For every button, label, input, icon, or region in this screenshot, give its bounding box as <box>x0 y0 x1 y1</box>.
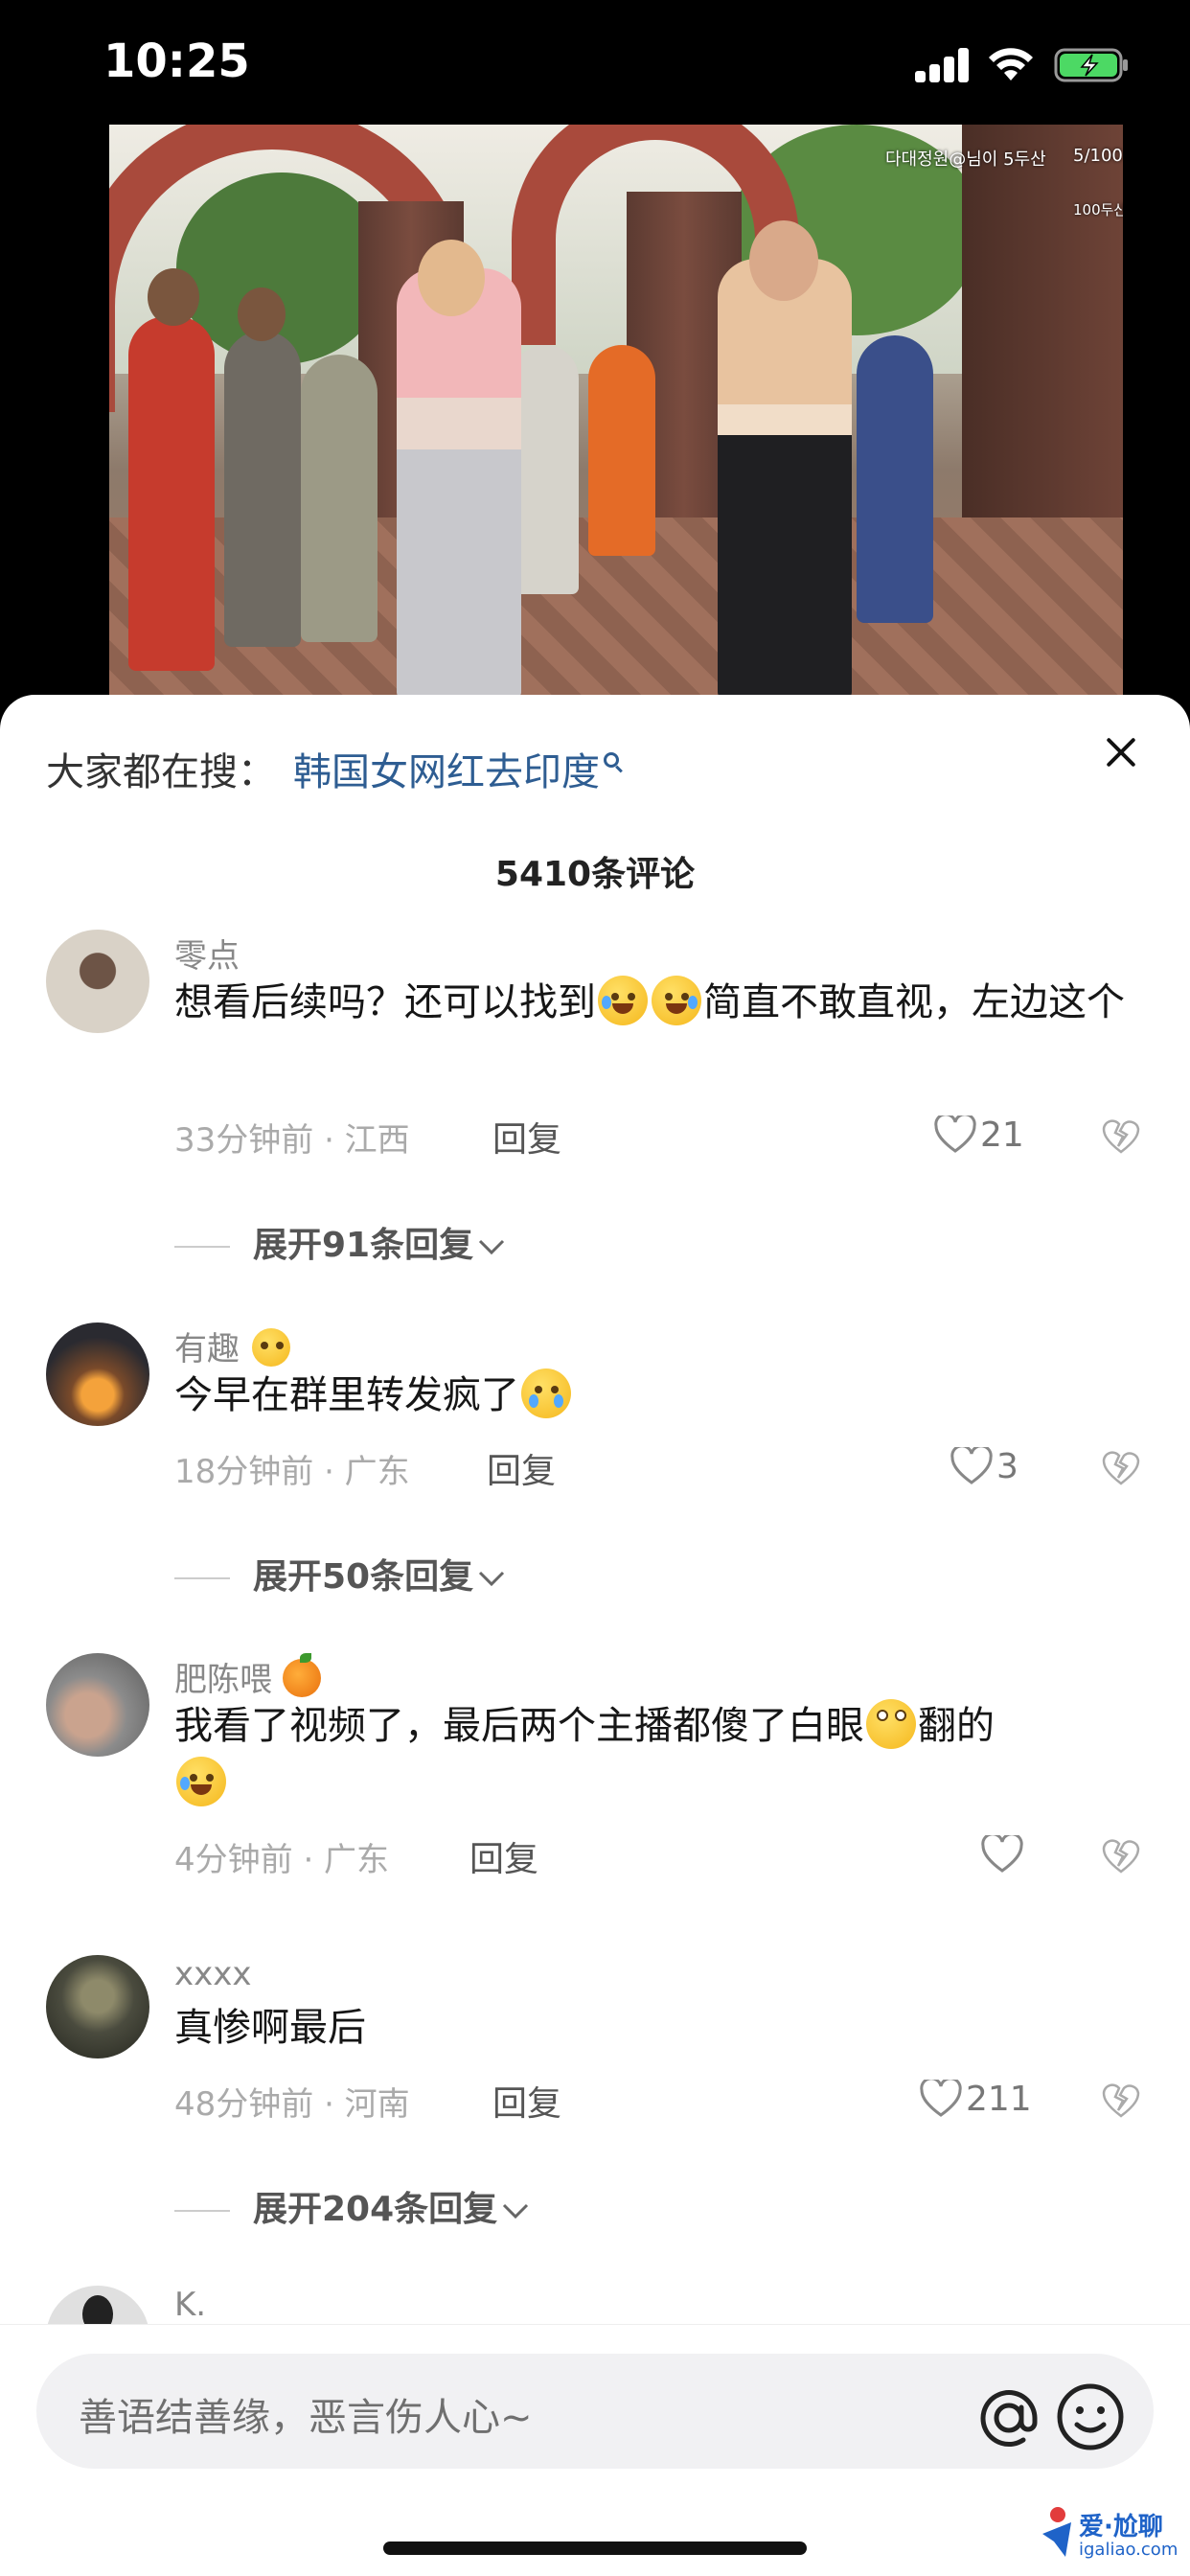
chevron-down-icon <box>503 2203 529 2220</box>
video-person <box>224 331 301 647</box>
like-button[interactable] <box>981 1832 1027 1873</box>
heart-icon <box>981 1832 1023 1873</box>
comments-count: 5410条评论 <box>494 855 696 894</box>
video-person <box>128 316 215 671</box>
video-person <box>238 288 286 341</box>
chevron-down-icon <box>479 1571 505 1587</box>
reply-button[interactable]: 回复 <box>492 1112 561 1162</box>
comment-meta: 33分钟前 · 江西 <box>174 1121 410 1160</box>
comments-sheet: 大家都在搜： 韩国女网红去印度 5410条评论 零点 想看后续吗？还可以找到 简直不… <box>0 695 1190 2576</box>
search-term-link[interactable]: 韩国女网红去印度 <box>293 750 600 794</box>
comment-meta: 48分钟前 · 河南 <box>174 2085 410 2124</box>
crying-emoji-icon <box>521 1368 571 1418</box>
heart-icon <box>950 1444 993 1484</box>
status-time: 10:25 <box>103 34 250 88</box>
like-button[interactable]: 3 <box>950 1444 1018 1486</box>
video-overlay-sub: 100두산 <box>1073 201 1123 218</box>
comment-meta: 18分钟前 · 广东 <box>174 1453 410 1491</box>
avatar[interactable] <box>46 1955 149 2058</box>
reply-button[interactable]: 回复 <box>487 1443 556 1493</box>
reply-button[interactable]: 回复 <box>469 1831 538 1881</box>
orange-emoji-icon <box>282 1652 321 1697</box>
chevron-down-icon <box>479 1239 505 1255</box>
comment-text-part: 真惨啊最后 <box>174 2006 366 2050</box>
avatar[interactable] <box>46 930 149 1033</box>
expand-replies-button[interactable]: 展开91条回复 <box>174 1217 506 1267</box>
rofl-emoji-icon <box>652 976 701 1025</box>
broken-heart-icon[interactable] <box>1102 1837 1140 1875</box>
battery-charging-icon <box>1054 48 1128 82</box>
rofl-emoji-icon <box>598 976 648 1025</box>
comment-author[interactable]: xxxx <box>174 1955 251 1993</box>
video-person <box>512 345 579 594</box>
search-icon <box>604 752 619 768</box>
like-count: 211 <box>966 2079 1032 2119</box>
emoji-icon[interactable] <box>1054 2380 1127 2453</box>
broken-heart-icon[interactable] <box>1102 1449 1140 1487</box>
comment-text-part: 简直不敢直视，左边这个 <box>703 980 1125 1024</box>
broken-heart-icon[interactable] <box>1102 2082 1140 2120</box>
video-overlay-title: 다대정원@님이 5두산 <box>885 150 1046 170</box>
screen: 10:25 다대정원@님이 5두산 5/100 100두산 大家都在搜： 韩国女… <box>0 0 1190 2576</box>
heart-icon <box>920 2077 962 2117</box>
wifi-icon <box>989 48 1033 80</box>
comment-author[interactable]: 有趣 <box>174 1322 292 1370</box>
comment-meta: 4分钟前 · 广东 <box>174 1841 390 1879</box>
like-count: 3 <box>996 1446 1018 1486</box>
comment-text-part: 翻的 <box>918 1704 995 1748</box>
home-indicator[interactable] <box>383 2542 807 2555</box>
video-person <box>148 268 199 326</box>
comment-author[interactable]: 肥陈喂 <box>174 1652 321 1701</box>
reply-button[interactable]: 回复 <box>492 2076 561 2126</box>
at-icon[interactable] <box>975 2384 1042 2451</box>
comment-author-name: 肥陈喂 <box>174 1661 272 1699</box>
like-button[interactable]: 211 <box>920 2077 1032 2119</box>
comment-text-part: 今早在群里转发疯了 <box>174 1373 519 1417</box>
comment-text: 今早在群里转发疯了 <box>174 1367 1133 1424</box>
watermark-logo: 爱·尬聊 igaliao.com <box>1037 2501 1180 2568</box>
expand-replies-label: 展开204条回复 <box>253 2190 498 2229</box>
video-person <box>301 355 378 642</box>
video-dancer-left <box>397 268 521 700</box>
rofl-emoji-icon <box>176 1757 226 1806</box>
expand-replies-label: 展开50条回复 <box>253 1557 474 1597</box>
raised-eyebrow-emoji-icon <box>251 1327 290 1367</box>
watermark-figure-icon <box>1042 2507 1071 2557</box>
watermark-url: igaliao.com <box>1079 2540 1179 2560</box>
video-dancer-right <box>718 259 852 700</box>
video-player[interactable]: 다대정원@님이 5두산 5/100 100두산 <box>109 125 1123 700</box>
comment-input-bar: 善语结善缘，恶言伤人心~ <box>0 2324 1190 2576</box>
video-dancer-right <box>749 220 818 301</box>
expand-replies-label: 展开91条回复 <box>253 1226 474 1265</box>
close-icon[interactable] <box>1102 733 1140 771</box>
comment-text: 我看了视频了，最后两个主播都傻了白眼 翻的 <box>174 1697 1133 1812</box>
expand-replies-button[interactable]: 展开50条回复 <box>174 1549 506 1598</box>
avatar[interactable] <box>46 1653 149 1757</box>
comment-text-part: 想看后续吗？还可以找到 <box>174 980 596 1024</box>
heart-icon <box>934 1113 976 1153</box>
cellular-signal-icon <box>915 48 971 82</box>
video-dancer-left <box>418 240 485 316</box>
like-count: 21 <box>980 1115 1024 1155</box>
comment-text: 想看后续吗？还可以找到 简直不敢直视，左边这个 <box>174 974 1133 1031</box>
watermark-text: 爱·尬聊 <box>1079 2513 1163 2542</box>
search-prefix: 大家都在搜： <box>46 750 276 794</box>
video-person <box>588 345 655 556</box>
comment-author[interactable]: 零点 <box>174 930 240 977</box>
search-suggestion[interactable]: 大家都在搜： 韩国女网红去印度 <box>46 741 619 796</box>
avatar[interactable] <box>46 1322 149 1426</box>
like-button[interactable]: 21 <box>934 1113 1024 1155</box>
comment-author-name: 有趣 <box>174 1330 240 1368</box>
video-pillar <box>962 125 1123 585</box>
comment-text-part: 我看了视频了，最后两个主播都傻了白眼 <box>174 1704 864 1748</box>
comment-author[interactable]: K. <box>174 2286 206 2324</box>
broken-heart-icon[interactable] <box>1102 1117 1140 1156</box>
eye-roll-emoji-icon <box>866 1699 916 1749</box>
status-bar: 10:25 <box>0 0 1190 125</box>
comment-text: 真惨啊最后 <box>174 1999 1133 2057</box>
video-person <box>857 335 933 623</box>
video-overlay-counter: 5/100 <box>1073 146 1123 166</box>
expand-replies-button[interactable]: 展开204条回复 <box>174 2181 530 2231</box>
comment-input-placeholder: 善语结善缘，恶言伤人心~ <box>79 2396 533 2440</box>
